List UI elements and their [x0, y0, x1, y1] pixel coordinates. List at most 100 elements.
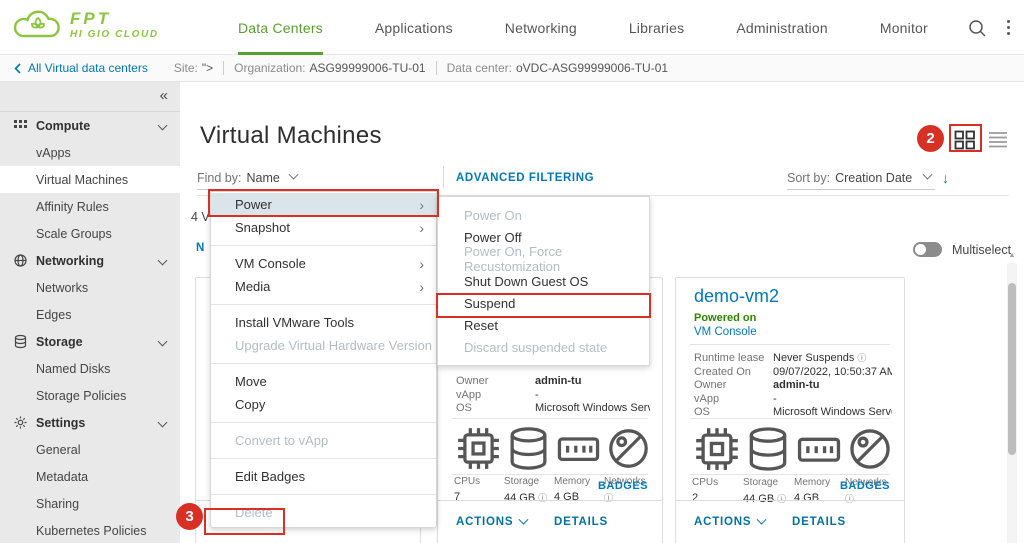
- badges-link[interactable]: BADGES: [598, 480, 648, 492]
- sidebar-item-label: vApps: [36, 146, 71, 160]
- sidebar-item-storage-policies[interactable]: Storage Policies: [0, 382, 180, 409]
- brand-name: FPT HI GIO CLOUD: [70, 10, 159, 40]
- card-footer: ACTIONS DETAILS: [676, 500, 904, 543]
- row-label: OS: [456, 402, 535, 416]
- sidebar-item-label: Networking: [36, 254, 104, 268]
- storage-icon: [504, 424, 553, 473]
- annotation-step-2: 2: [917, 125, 944, 152]
- submenu-item-reset[interactable]: Reset: [438, 314, 649, 336]
- row-value: admin-tu: [773, 379, 819, 393]
- sidebar-item-virtual-machines[interactable]: Virtual Machines: [0, 166, 180, 193]
- header-actions: [967, 0, 1014, 55]
- row-label: Runtime lease: [694, 352, 773, 366]
- tab-monitor[interactable]: Monitor: [854, 0, 954, 55]
- cloud-logo-icon: [12, 6, 64, 44]
- sidebar-item-metadata[interactable]: Metadata: [0, 463, 180, 490]
- actions-button[interactable]: ACTIONS: [456, 516, 527, 528]
- page: FPT HI GIO CLOUD Data Centers Applicatio…: [0, 0, 1024, 543]
- menu-item-install-vmware-tools[interactable]: Install VMware Tools: [211, 311, 436, 334]
- tab-data-centers[interactable]: Data Centers: [212, 0, 349, 55]
- sidebar-item-networks[interactable]: Networks: [0, 274, 180, 301]
- scrollbar-thumb[interactable]: [1008, 283, 1016, 455]
- sidebar-item-named-disks[interactable]: Named Disks: [0, 355, 180, 382]
- brand-logo[interactable]: FPT HI GIO CLOUD: [12, 6, 159, 44]
- list-view-icon[interactable]: [988, 130, 1008, 148]
- details-button[interactable]: DETAILS: [554, 516, 608, 528]
- top-nav-bar: FPT HI GIO CLOUD Data Centers Applicatio…: [0, 0, 1024, 55]
- sort-by-dropdown[interactable]: Sort by: Creation Date: [787, 166, 935, 190]
- submenu-item-suspend[interactable]: Suspend: [438, 292, 649, 314]
- find-by-dropdown[interactable]: Find by: Name: [197, 166, 437, 190]
- sidebar-item-label: Scale Groups: [36, 227, 112, 241]
- submenu-arrow-icon: ›: [419, 279, 424, 295]
- menu-item-copy[interactable]: Copy: [211, 393, 436, 416]
- submenu-arrow-icon: ›: [419, 197, 424, 213]
- sidebar-item-sharing[interactable]: Sharing: [0, 490, 180, 517]
- sidebar-item-label: Virtual Machines: [36, 173, 128, 187]
- collapse-sidebar-icon[interactable]: «: [160, 87, 168, 104]
- menu-item-media[interactable]: Media ›: [211, 275, 436, 298]
- search-icon[interactable]: [967, 18, 987, 38]
- sidebar-item-storage[interactable]: Storage: [0, 328, 180, 355]
- sidebar-item-vapps[interactable]: vApps: [0, 139, 180, 166]
- detail-row: Runtime leaseNever Suspendsⓘ: [694, 352, 892, 366]
- menu-item-move[interactable]: Move: [211, 370, 436, 393]
- sidebar-item-label: Named Disks: [36, 362, 110, 376]
- info-icon[interactable]: ⓘ: [857, 353, 866, 363]
- menu-divider: [211, 245, 436, 246]
- stat-storage: Storage 44 GBⓘ: [504, 424, 553, 504]
- grid-view-icon[interactable]: [954, 130, 976, 150]
- scrollbar-up-icon[interactable]: ▲: [1007, 252, 1017, 259]
- sidebar-item-scale-groups[interactable]: Scale Groups: [0, 220, 180, 247]
- vm-actions-context-menu: Power› Snapshot› VM Console› Media › Inst…: [210, 191, 437, 528]
- sidebar-item-settings[interactable]: Settings: [0, 409, 180, 436]
- menu-item-power[interactable]: Power›: [211, 193, 436, 216]
- tab-administration[interactable]: Administration: [710, 0, 854, 55]
- vm-console-link[interactable]: VM Console: [694, 326, 757, 338]
- tab-libraries[interactable]: Libraries: [603, 0, 711, 55]
- actions-button[interactable]: ACTIONS: [694, 516, 765, 528]
- sidebar-item-edges[interactable]: Edges: [0, 301, 180, 328]
- power-submenu: Power On Power Off Power On, Force Recus…: [437, 196, 650, 366]
- vm-detail-rows: Owneradmin-tu vApp- OSMicrosoft Windows …: [456, 375, 650, 416]
- tab-networking[interactable]: Networking: [479, 0, 603, 55]
- advanced-filtering-link[interactable]: ADVANCED FILTERING: [456, 172, 594, 184]
- stat-networks: Networks ⓘ: [845, 424, 895, 505]
- multiselect-toggle[interactable]: [913, 242, 942, 257]
- sort-by-label: Sort by:: [787, 171, 830, 185]
- new-vm-button[interactable]: N: [196, 242, 204, 254]
- card-divider: [452, 474, 648, 475]
- sort-direction-icon[interactable]: ↓: [942, 170, 949, 186]
- menu-divider: [211, 494, 436, 495]
- menu-item-edit-badges[interactable]: Edit Badges: [211, 465, 436, 488]
- submenu-item-label: Suspend: [464, 296, 515, 311]
- find-by-label: Find by:: [197, 171, 241, 185]
- badges-link[interactable]: BADGES: [840, 480, 890, 492]
- menu-item-vm-console[interactable]: VM Console›: [211, 252, 436, 275]
- sidebar-item-kubernetes-policies[interactable]: Kubernetes Policies: [0, 517, 180, 543]
- sidebar-item-label: Metadata: [36, 470, 88, 484]
- tab-applications[interactable]: Applications: [349, 0, 479, 55]
- menu-item-upgrade-virtual-hardware-version: Upgrade Virtual Hardware Version: [211, 334, 436, 357]
- sidebar-item-affinity-rules[interactable]: Affinity Rules: [0, 193, 180, 220]
- menu-item-snapshot[interactable]: Snapshot›: [211, 216, 436, 239]
- details-button[interactable]: DETAILS: [792, 516, 846, 528]
- sidebar-item-label: Kubernetes Policies: [36, 524, 146, 538]
- sidebar-item-label: Sharing: [36, 497, 79, 511]
- sidebar-item-networking[interactable]: Networking: [0, 247, 180, 274]
- sidebar-item-general[interactable]: General: [0, 436, 180, 463]
- detail-row: vApp-: [456, 389, 650, 403]
- back-to-datacenters-link[interactable]: All Virtual data centers: [14, 61, 148, 75]
- menu-item-label: Media: [235, 279, 270, 294]
- card-divider: [690, 344, 890, 345]
- menu-item-label: Copy: [235, 397, 265, 412]
- chevron-down-icon: [757, 514, 767, 524]
- more-menu-icon[interactable]: [1003, 16, 1014, 39]
- menu-item-label: Edit Badges: [235, 469, 305, 484]
- sidebar-item-compute[interactable]: Compute: [0, 112, 180, 139]
- site-label: Site:: [174, 61, 198, 75]
- breadcrumb-divider: [223, 61, 224, 75]
- row-value: -: [535, 389, 539, 403]
- menu-item-label: Convert to vApp: [235, 433, 328, 448]
- vm-name-link[interactable]: demo-vm2: [694, 286, 779, 307]
